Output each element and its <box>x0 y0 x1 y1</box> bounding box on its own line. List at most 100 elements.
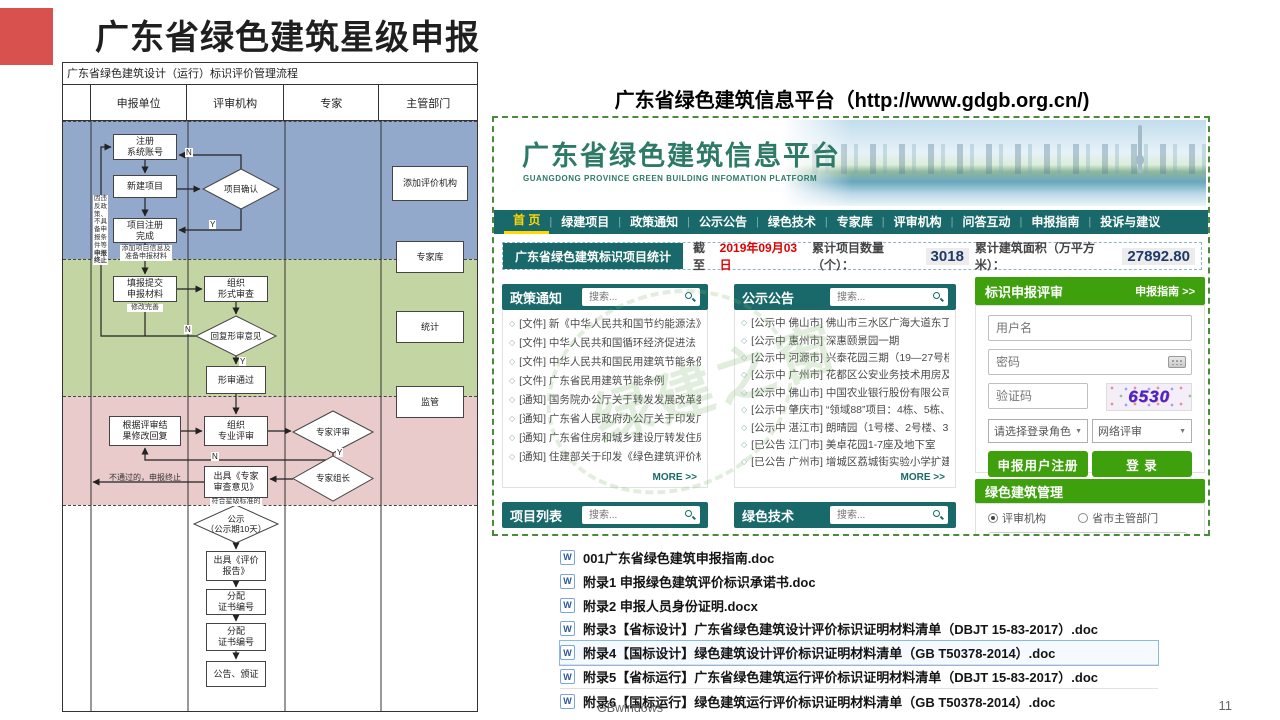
nav-item[interactable]: 绿建项目 <box>552 210 618 234</box>
flowchart-node-eval-report: 出具《评价 报告》 <box>206 551 266 581</box>
list-item[interactable]: ◇[文件] 中华人民共和国民用建筑节能条例 <box>509 352 701 371</box>
nav-item[interactable]: 投诉与建议 <box>1091 210 1169 234</box>
flowchart-annotation: 符合星级标准的 <box>210 498 262 506</box>
manage-input-partial[interactable] <box>988 532 1188 536</box>
nav-item[interactable]: 评审机构 <box>885 210 951 234</box>
website-caption: 广东省绿色建筑信息平台（http://www.gdgb.org.cn/) <box>492 84 1212 113</box>
list-item[interactable]: ◇[公示中 肇庆市] “领域88”项目：4栋、5栋、 <box>741 401 949 418</box>
notice-panel-body: ◇[公示中 佛山市] 佛山市三水区广海大道东丁字◇[公示中 惠州市] 深惠颐景园… <box>734 310 956 488</box>
list-item[interactable]: ◇[文件] 中华人民共和国循环经济促进法 <box>509 333 701 352</box>
list-item-text: [通知] 广东省住房和城乡建设厅转发住房城... <box>519 430 701 445</box>
flowchart-node-confirm: 项目确认 <box>203 169 279 209</box>
website-header: 广东省绿色建筑信息平台 GUANGDONG PROVINCE GREEN BUI… <box>494 118 1208 208</box>
list-item[interactable]: ◇ [已公告 江门市] 美卓花园1-7座及地下室 <box>741 436 949 453</box>
stats-asof-prefix: 截至 <box>693 239 716 273</box>
login-button[interactable]: 登 录 <box>1092 451 1192 477</box>
list-item[interactable]: ◇[文件] 广东省民用建筑节能条例 <box>509 371 701 390</box>
chevron-down-icon: ▼ <box>1179 428 1186 435</box>
bullet-icon: ◇ <box>741 318 747 327</box>
document-name: 附录2 申报人员身份证明.docx <box>583 596 758 615</box>
list-item[interactable]: ◇[通知] 广东省人民政府办公厅关于印发广东... <box>509 409 701 428</box>
document-name: 附录1 申报绿色建筑评价标识承诺书.doc <box>583 572 816 591</box>
flowchart-node-org-review: 组织 专业评审 <box>204 416 268 446</box>
policy-panel-title: 政策通知 <box>510 288 562 307</box>
list-item[interactable]: ◇[通知] 广东省住房和城乡建设厅转发住房城... <box>509 428 701 447</box>
policy-search-box <box>582 288 700 306</box>
list-item-text: [公示中 肇庆市] “领域88”项目：4栋、5栋、 <box>751 402 949 417</box>
nav-item[interactable]: 申报指南 <box>1022 210 1088 234</box>
document-item[interactable]: W附录2 申报人员身份证明.docx <box>560 593 1180 617</box>
nav-item[interactable]: 专家库 <box>828 210 882 234</box>
list-item[interactable]: ◇[公示中 湛江市] 朗晴园（1号楼、2号楼、3号 <box>741 418 949 435</box>
password-field[interactable] <box>988 349 1192 375</box>
document-item[interactable]: W 附录3【省标设计】广东省绿色建筑设计评价标识证明材料清单（DBJT 15-83… <box>560 617 1158 641</box>
stats-asof-date: 2019年09月03日 <box>720 239 804 273</box>
word-file-icon: W <box>560 621 575 636</box>
captcha-field[interactable] <box>988 383 1088 409</box>
nav-item[interactable]: 政策通知 <box>621 210 687 234</box>
document-item[interactable]: W附录4【国标设计】绿色建筑设计评价标识证明材料清单（GB T50378-201… <box>560 641 1158 665</box>
nav-item[interactable]: 首 页 <box>504 210 549 234</box>
policy-more-link[interactable]: MORE >> <box>653 472 697 483</box>
bullet-icon: ◇ <box>741 336 747 345</box>
application-guide-link[interactable]: 申报指南 >> <box>1135 283 1195 299</box>
captcha-image[interactable]: 6530 <box>1106 383 1192 411</box>
search-icon[interactable] <box>933 292 943 302</box>
document-item[interactable]: W附录5【省标运行】广东省绿色建筑运行评价标识证明材料清单（DBJT 15-83… <box>560 665 1158 689</box>
list-item[interactable]: ◇[公示中 广州市] 花都区公安业务技术用房及训 <box>741 366 949 383</box>
keyboard-icon[interactable] <box>1168 356 1186 368</box>
bullet-icon: ◇ <box>741 388 747 397</box>
list-item[interactable]: ◇[通知] 国务院办公厅关于转发发展改革委住... <box>509 390 701 409</box>
register-button[interactable]: 申报用户注册 <box>988 451 1088 477</box>
list-item-text: [已公告 江门市] 美卓花园1-7座及地下室 <box>751 437 935 452</box>
search-icon[interactable] <box>933 510 943 520</box>
flowchart-side-note: 因违反政策、不具备申报条件等申报终止 <box>93 195 108 265</box>
notice-panel-title: 公示公告 <box>742 288 794 307</box>
flowchart-node-register-done: 项目注册 完成 <box>113 218 177 243</box>
list-item[interactable]: ◇ [公示中 佛山市] 中国农业银行股份有限公司南 <box>741 384 949 401</box>
footer-credit: GBwindows <box>597 701 663 715</box>
radio-review-agency[interactable] <box>988 513 998 523</box>
radio-gov-dept[interactable] <box>1078 513 1088 523</box>
role-select[interactable]: 请选择登录角色 ▼ <box>988 419 1088 443</box>
flowchart-node-statistics: 统计 <box>396 311 464 343</box>
flowchart-node-form-reply: 回复形审意见 <box>196 316 276 356</box>
bullet-icon: ◇ <box>509 357 515 366</box>
radio-gov-dept-label: 省市主管部门 <box>1092 513 1158 525</box>
tech-search-input[interactable] <box>835 509 933 522</box>
tech-search-box <box>830 506 948 524</box>
list-item[interactable]: ◇[通知] 住建部关于印发《绿色建筑评价标识... <box>509 447 701 466</box>
search-icon[interactable] <box>685 510 695 520</box>
document-item[interactable]: W附录1 申报绿色建筑评价标识承诺书.doc <box>560 569 1180 593</box>
site-logo-subtitle: GUANGDONG PROVINCE GREEN BUILDING INFOMA… <box>523 174 817 183</box>
flowchart-node-assign-cert-1: 分配 证书编号 <box>206 589 266 615</box>
document-item[interactable]: W001广东省绿色建筑申报指南.doc <box>560 545 1180 569</box>
nav-item[interactable]: 问答互动 <box>953 210 1019 234</box>
nav-bar: 首 页|绿建项目|政策通知|公示公告|绿色技术|专家库|评审机构|问答互动|申报… <box>494 210 1208 234</box>
bullet-icon: ◇ <box>741 440 747 449</box>
document-name: 附录3【省标设计】广东省绿色建筑设计评价标识证明材料清单（DBJT 15-83-… <box>583 619 1098 638</box>
stats-label: 广东省绿色建筑标识项目统计 <box>503 243 683 269</box>
website-screenshot: 广东省绿色建筑信息平台 GUANGDONG PROVINCE GREEN BUI… <box>492 116 1210 536</box>
mode-select[interactable]: 网络评审 ▼ <box>1092 419 1192 443</box>
nav-item[interactable]: 绿色技术 <box>759 210 825 234</box>
username-field[interactable] <box>988 315 1192 341</box>
flowchart-node-expert-opinion: 出具《专家 审查意见》 <box>204 466 268 498</box>
notice-more-link[interactable]: MORE >> <box>901 472 945 483</box>
search-icon[interactable] <box>685 292 695 302</box>
list-item[interactable]: ◇[公示中 河源市] 兴泰花园三期（19—27号楼） <box>741 349 949 366</box>
list-item[interactable]: ◇[公示中 惠州市] 深惠颐景园一期 <box>741 331 949 348</box>
policy-search-input[interactable] <box>587 291 685 304</box>
list-item-text: [公示中 佛山市] 中国农业银行股份有限公司南 <box>751 385 949 400</box>
nav-item[interactable]: 公示公告 <box>690 210 756 234</box>
document-name: 001广东省绿色建筑申报指南.doc <box>583 548 774 567</box>
list-item[interactable]: ◇[文件] 新《中华人民共和国节约能源法》（2... <box>509 314 701 333</box>
notice-panel-header: 公示公告 <box>734 284 956 310</box>
site-logo-title: 广东省绿色建筑信息平台 <box>522 134 841 173</box>
stats-count-value: 3018 <box>926 248 969 265</box>
stats-area-label: 累计建筑面积（万平方米）： <box>975 239 1117 273</box>
list-item[interactable]: ◇[公示中 佛山市] 佛山市三水区广海大道东丁字 <box>741 314 949 331</box>
project-search-input[interactable] <box>587 509 685 522</box>
list-item[interactable]: ◇[已公告 广州市] 增城区荔城街实验小学扩建（ <box>741 453 949 470</box>
notice-search-input[interactable] <box>835 291 933 304</box>
